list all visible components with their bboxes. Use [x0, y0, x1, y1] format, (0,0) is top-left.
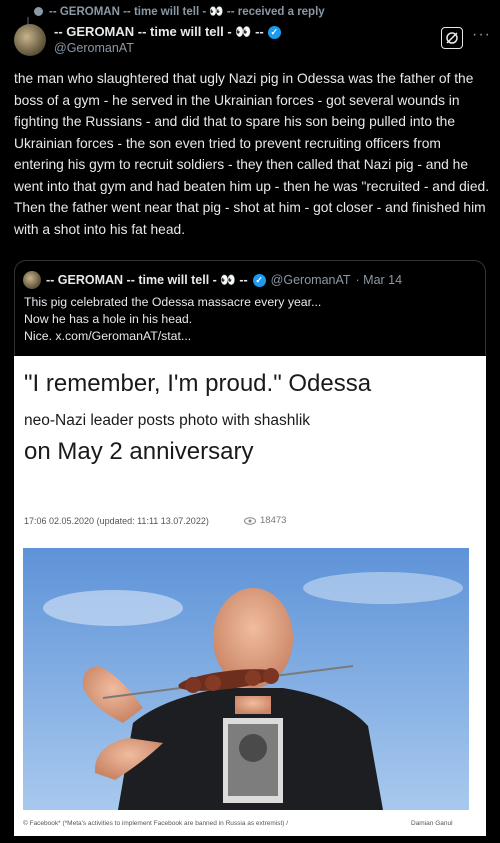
grok-glyph-icon	[446, 32, 458, 44]
author-avatar[interactable]	[14, 24, 46, 56]
reply-context-dot-icon	[34, 6, 43, 16]
quoted-tweet-date: · Mar 14	[355, 273, 403, 287]
tweet-paragraph: Then the father went near that pig - sho…	[14, 200, 486, 237]
quoted-line: Now he has a hole in his head.	[24, 312, 193, 326]
author-display-name[interactable]: -- GEROMAN -- time will tell - 👀 -- ✓	[54, 24, 281, 40]
embedded-article-image[interactable]: "I remember, I'm proud." Odessa neo-Nazi…	[14, 356, 486, 836]
quoted-author-handle: @GeromanAT	[270, 273, 351, 287]
article-photo	[23, 548, 469, 810]
grok-icon[interactable]	[441, 27, 463, 49]
article-headline-line2: neo-Nazi leader posts photo with shashli…	[24, 412, 311, 429]
tweet-text: the man who slaughtered that ugly Nazi p…	[14, 68, 492, 240]
quoted-tweet-card[interactable]: -- GEROMAN -- time will tell - 👀 -- ✓ @G…	[14, 260, 486, 355]
eye-icon	[244, 516, 256, 525]
views-count: 18473	[260, 515, 287, 526]
photo-caption: © Facebook* (*Meta's activities to imple…	[23, 820, 289, 827]
author-handle[interactable]: @GeromanAT	[54, 40, 281, 56]
quoted-tweet-header: -- GEROMAN -- time will tell - 👀 -- ✓ @G…	[23, 271, 402, 289]
article-headline: "I remember, I'm proud." Odessa	[24, 370, 372, 397]
article-timestamp: 17:06 02.05.2020 (updated: 11:11 13.07.2…	[24, 516, 209, 526]
tweet-author: -- GEROMAN -- time will tell - 👀 -- ✓ @G…	[14, 24, 281, 56]
verified-badge-icon: ✓	[267, 25, 281, 39]
quoted-author-name: -- GEROMAN -- time will tell - 👀 --	[46, 272, 248, 287]
reply-context[interactable]: -- GEROMAN -- time will tell - 👀 -- rece…	[34, 4, 325, 18]
photo-credit: Damian Ganul	[411, 820, 453, 827]
quoted-tweet-text: This pig celebrated the Odessa massacre …	[24, 294, 321, 345]
quoted-line: Nice. x.com/GeromanAT/stat...	[24, 329, 192, 343]
photo-illustration	[23, 548, 469, 810]
more-options-icon[interactable]: ···	[472, 26, 491, 44]
quoted-line: This pig celebrated the Odessa massacre …	[24, 295, 322, 309]
verified-badge-icon: ✓	[252, 273, 266, 287]
quoted-author-avatar	[23, 271, 41, 289]
tweet-paragraph: the man who slaughtered that ugly Nazi p…	[14, 71, 490, 194]
article-headline-line3: on May 2 anniversary	[24, 438, 254, 465]
author-name-text: -- GEROMAN -- time will tell - 👀 --	[54, 24, 264, 39]
article-views: 18473	[244, 515, 286, 526]
reply-context-text: -- GEROMAN -- time will tell - 👀 -- rece…	[49, 6, 325, 18]
